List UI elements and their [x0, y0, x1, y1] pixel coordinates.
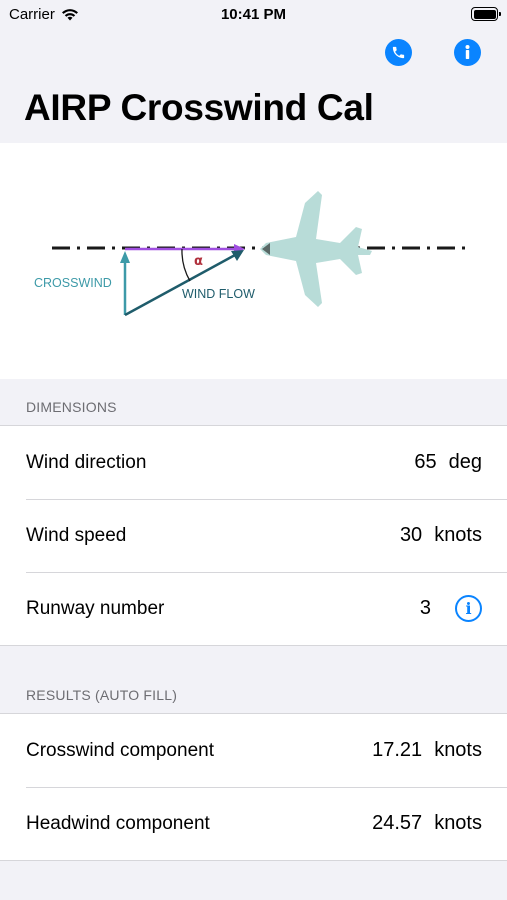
- crosswind-component-label: Crosswind component: [26, 739, 214, 761]
- dimensions-group: Wind direction 65 deg Wind speed 30 knot…: [0, 425, 507, 646]
- runway-number-row[interactable]: Runway number 3 i: [0, 572, 507, 645]
- results-header: RESULTS (AUTO FILL): [26, 687, 178, 703]
- status-bar: Carrier 10:41 PM: [0, 0, 507, 30]
- crosswind-diagram: CROSSWIND WIND FLOW α: [0, 143, 507, 379]
- airplane-icon: [260, 191, 372, 307]
- wind-flow-label: WIND FLOW: [182, 287, 255, 301]
- headwind-component-unit: knots: [434, 812, 482, 834]
- headwind-component-label: Headwind component: [26, 812, 210, 834]
- wind-speed-label: Wind speed: [26, 524, 127, 546]
- wind-direction-label: Wind direction: [26, 451, 147, 473]
- page-title: AIRP Crosswind Cal: [24, 87, 374, 128]
- runway-number-input[interactable]: 3: [420, 597, 431, 620]
- runway-number-label: Runway number: [26, 597, 165, 619]
- wind-direction-input[interactable]: 65: [414, 451, 436, 474]
- wind-direction-row[interactable]: Wind direction 65 deg: [0, 426, 507, 499]
- runway-info-icon[interactable]: i: [455, 595, 482, 622]
- phone-icon[interactable]: [385, 39, 412, 66]
- status-time: 10:41 PM: [220, 6, 287, 23]
- angle-label: α: [194, 254, 203, 269]
- crosswind-label: CROSSWIND: [34, 276, 112, 290]
- crosswind-component-row: Crosswind component 17.21 knots: [0, 714, 507, 787]
- wind-speed-input[interactable]: 30: [400, 524, 422, 547]
- crosswind-component-unit: knots: [434, 739, 482, 761]
- nav-actions: [385, 39, 481, 66]
- headwind-component-row: Headwind component 24.57 knots: [0, 787, 507, 860]
- crosswind-component-value: 17.21: [372, 739, 423, 761]
- headwind-component-value: 24.57: [372, 812, 423, 834]
- battery-icon: [471, 7, 501, 21]
- dimensions-header: DIMENSIONS: [26, 399, 117, 415]
- wind-direction-unit: deg: [448, 451, 482, 473]
- wind-speed-unit: knots: [434, 524, 482, 546]
- results-group: Crosswind component 17.21 knots Headwind…: [0, 713, 507, 861]
- wind-speed-row[interactable]: Wind speed 30 knots: [0, 499, 507, 572]
- info-icon[interactable]: [454, 39, 481, 66]
